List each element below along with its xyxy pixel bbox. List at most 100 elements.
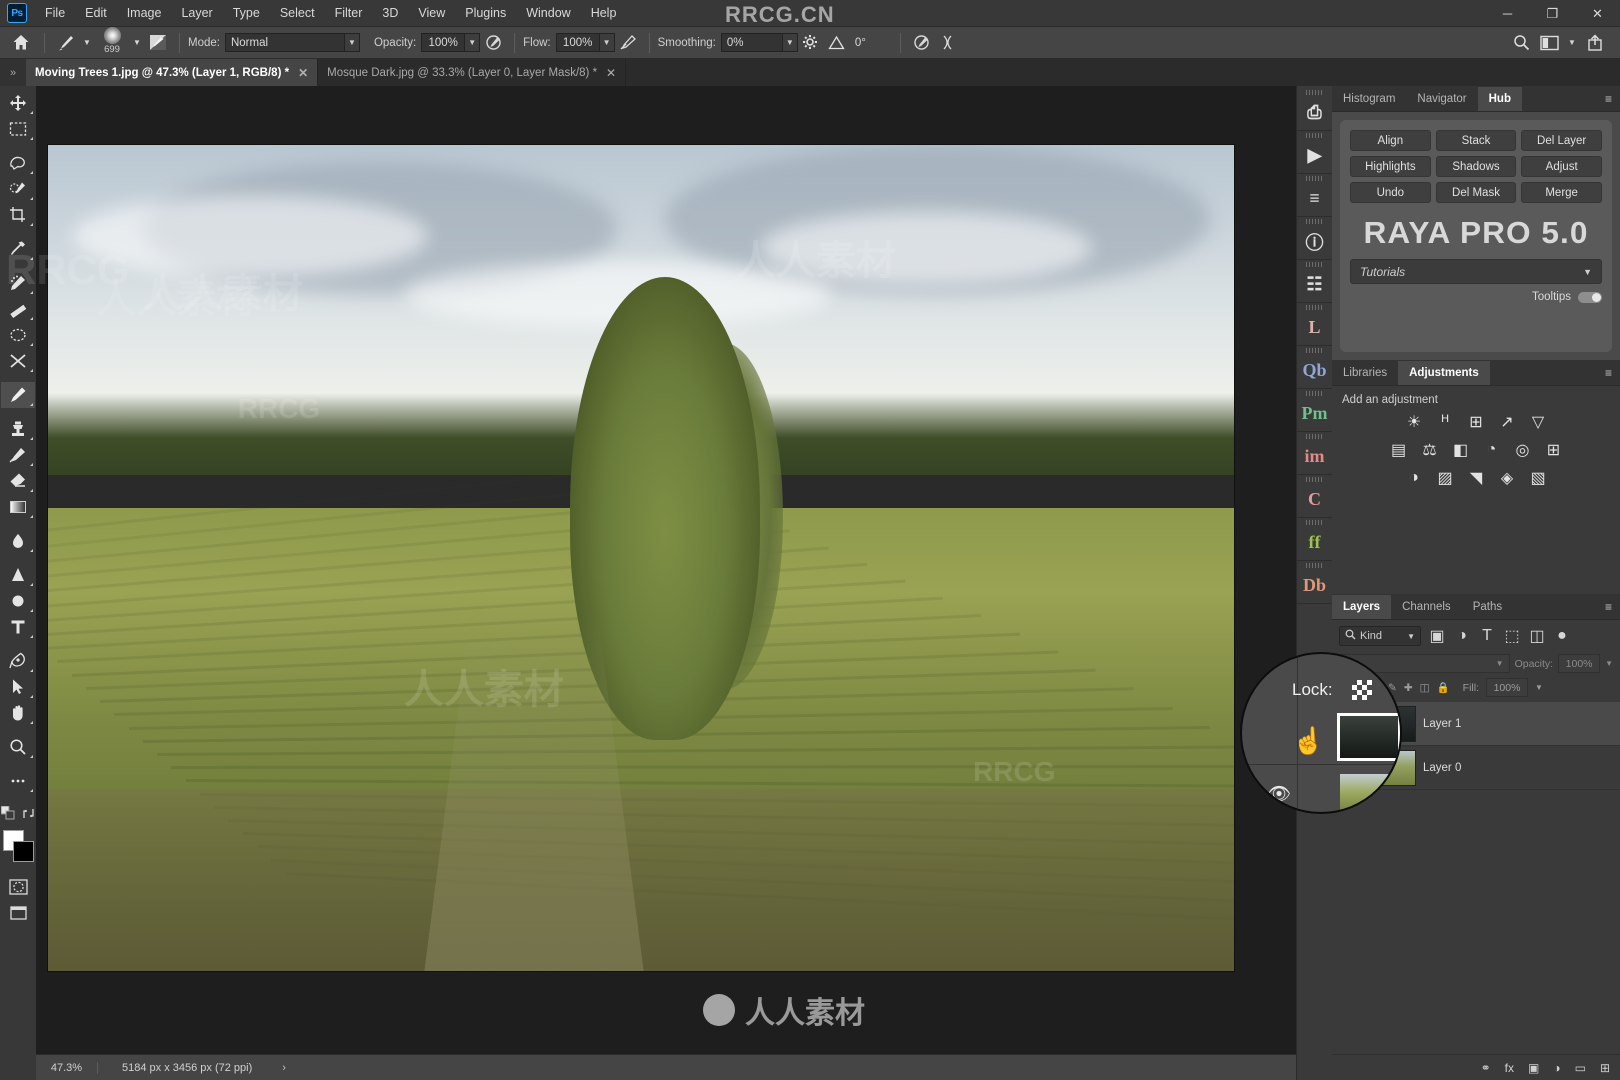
play-action-icon[interactable]: ▶ <box>1297 139 1332 172</box>
angle-icon[interactable] <box>824 31 850 55</box>
menu-layer[interactable]: Layer <box>171 2 222 24</box>
drag-grip[interactable] <box>1306 434 1323 439</box>
combo-c-icon[interactable]: C <box>1297 483 1332 516</box>
workspace-layout-icon[interactable] <box>1536 31 1562 55</box>
drag-grip[interactable] <box>1306 133 1323 138</box>
drag-grip[interactable] <box>1306 305 1323 310</box>
path-selection-tool[interactable] <box>1 674 35 700</box>
document-image[interactable]: 人人素材 人人素材 人人素材 RRCG RRCG <box>48 145 1234 971</box>
hub-button-merge[interactable]: Merge <box>1521 182 1602 203</box>
pressure-opacity-icon[interactable] <box>480 31 506 55</box>
channel-mixer-icon[interactable]: ◎ <box>1513 440 1532 459</box>
drag-grip[interactable] <box>1306 219 1323 224</box>
tab-hub[interactable]: Hub <box>1477 87 1522 111</box>
layer-kind-filter[interactable]: Kind ▼ <box>1339 626 1421 646</box>
zoom-level[interactable]: 47.3% <box>36 1061 98 1074</box>
tab-navigator[interactable]: Navigator <box>1406 87 1477 111</box>
curves-icon[interactable]: ⊞ <box>1467 412 1486 431</box>
invert-icon[interactable]: ◑ <box>1405 468 1424 487</box>
burn-tool[interactable] <box>1 588 35 614</box>
chevron-down-icon[interactable]: ▼ <box>1564 31 1580 55</box>
minimize-button[interactable]: ─ <box>1485 0 1530 27</box>
hub-button-align[interactable]: Align <box>1350 130 1431 151</box>
document-tab[interactable]: Moving Trees 1.jpg @ 47.3% (Layer 1, RGB… <box>26 59 319 86</box>
default-colors-icon[interactable] <box>0 805 15 825</box>
angle-value[interactable]: 0° <box>850 33 892 52</box>
new-layer-icon[interactable]: ⊞ <box>1600 1061 1610 1075</box>
drag-grip[interactable] <box>1306 563 1323 568</box>
close-icon[interactable]: ✕ <box>298 66 308 80</box>
tab-libraries[interactable]: Libraries <box>1332 361 1398 385</box>
shuffle-tool[interactable] <box>1 348 35 374</box>
im-icon[interactable]: im <box>1297 440 1332 473</box>
pen-tool[interactable] <box>1 648 35 674</box>
hub-button-del-layer[interactable]: Del Layer <box>1521 130 1602 151</box>
filter-type-icon[interactable]: T <box>1478 627 1496 645</box>
vibrance-icon[interactable]: ▽ <box>1529 412 1548 431</box>
brush-preset-caret-icon[interactable]: ▼ <box>79 31 95 55</box>
rectangular-marquee-tool[interactable] <box>1 116 35 142</box>
threshold-icon[interactable]: ◥ <box>1467 468 1486 487</box>
levels-icon[interactable]: ᴴ <box>1436 412 1455 431</box>
eye-visibility-icon[interactable]: 👁 <box>1267 782 1291 806</box>
type-tool[interactable] <box>1 614 35 640</box>
document-tab[interactable]: Mosque Dark.jpg @ 33.3% (Layer 0, Layer … <box>318 59 627 86</box>
zoom-tool[interactable] <box>1 734 35 760</box>
hub-button-shadows[interactable]: Shadows <box>1435 156 1517 177</box>
luminosity-l-icon[interactable]: L <box>1297 311 1332 344</box>
db-icon[interactable]: Db <box>1297 569 1332 602</box>
menu-type[interactable]: Type <box>223 2 270 24</box>
smoothing-dropdown[interactable]: 0% ▼ <box>720 33 798 52</box>
drag-grip[interactable] <box>1306 176 1323 181</box>
layer-style-fx-icon[interactable]: fx <box>1505 1061 1514 1075</box>
color-balance-icon[interactable]: ⚖ <box>1420 440 1439 459</box>
canvas-area[interactable]: 人人素材 人人素材 人人素材 RRCG RRCG RRCG 人人素材 <box>6 86 1296 1054</box>
quick-mask-icon[interactable] <box>1 874 35 900</box>
lasso-tool[interactable] <box>1 150 35 176</box>
status-expand-arrow[interactable]: › <box>282 1062 286 1074</box>
layer-opacity-value[interactable]: 100% <box>1558 654 1601 673</box>
panel-menu-icon[interactable]: ≡ <box>1597 92 1620 111</box>
menu-edit[interactable]: Edit <box>75 2 117 24</box>
blur-tool[interactable] <box>1 528 35 554</box>
filter-adjustment-icon[interactable]: ◑ <box>1453 627 1471 645</box>
crop-tool[interactable] <box>1 202 35 228</box>
color-lookup-icon[interactable]: ⊞ <box>1544 440 1563 459</box>
menu-3d[interactable]: 3D <box>372 2 408 24</box>
drag-grip[interactable] <box>1306 90 1323 95</box>
gradient-tool[interactable] <box>1 494 35 520</box>
eyedropper-tool[interactable] <box>1 236 35 262</box>
home-icon[interactable] <box>6 31 36 55</box>
spot-healing-brush-tool[interactable] <box>1 270 35 296</box>
hub-button-del-mask[interactable]: Del Mask <box>1435 182 1517 203</box>
drag-grip[interactable] <box>1306 477 1323 482</box>
brush-preset-icon[interactable] <box>53 31 79 55</box>
object-selection-tool[interactable] <box>1 176 35 202</box>
selective-color-icon[interactable]: ▧ <box>1529 468 1548 487</box>
clone-stamp-tool[interactable] <box>1 416 35 442</box>
eraser-tool[interactable] <box>1 468 35 494</box>
airbrush-icon[interactable] <box>615 31 641 55</box>
tab-channels[interactable]: Channels <box>1391 595 1462 619</box>
brush-size-preview[interactable]: 699 <box>95 27 129 58</box>
opacity-dropdown[interactable]: 100% ▼ <box>421 33 481 52</box>
filter-toggle-icon[interactable]: ● <box>1553 627 1571 645</box>
menu-image[interactable]: Image <box>117 2 172 24</box>
move-tool[interactable] <box>1 90 35 116</box>
gear-icon[interactable] <box>798 31 824 55</box>
brush-preset-picker-caret-icon[interactable]: ▼ <box>129 31 145 55</box>
sliders-icon[interactable]: ≡ <box>1297 182 1332 215</box>
all-lock-icon[interactable]: 🔒 <box>1437 681 1450 694</box>
menu-help[interactable]: Help <box>581 2 627 24</box>
dodge-tool[interactable] <box>1 562 35 588</box>
brightness-contrast-icon[interactable]: ☀ <box>1405 412 1424 431</box>
tooltips-toggle[interactable] <box>1578 291 1602 303</box>
menu-file[interactable]: File <box>35 2 75 24</box>
menu-select[interactable]: Select <box>270 2 325 24</box>
tab-layers[interactable]: Layers <box>1332 595 1392 619</box>
ff-icon[interactable]: ff <box>1297 526 1332 559</box>
share-icon[interactable] <box>1582 31 1608 55</box>
search-icon[interactable] <box>1508 31 1534 55</box>
edit-toolbar[interactable] <box>1 768 35 794</box>
hub-button-stack[interactable]: Stack <box>1435 130 1517 151</box>
